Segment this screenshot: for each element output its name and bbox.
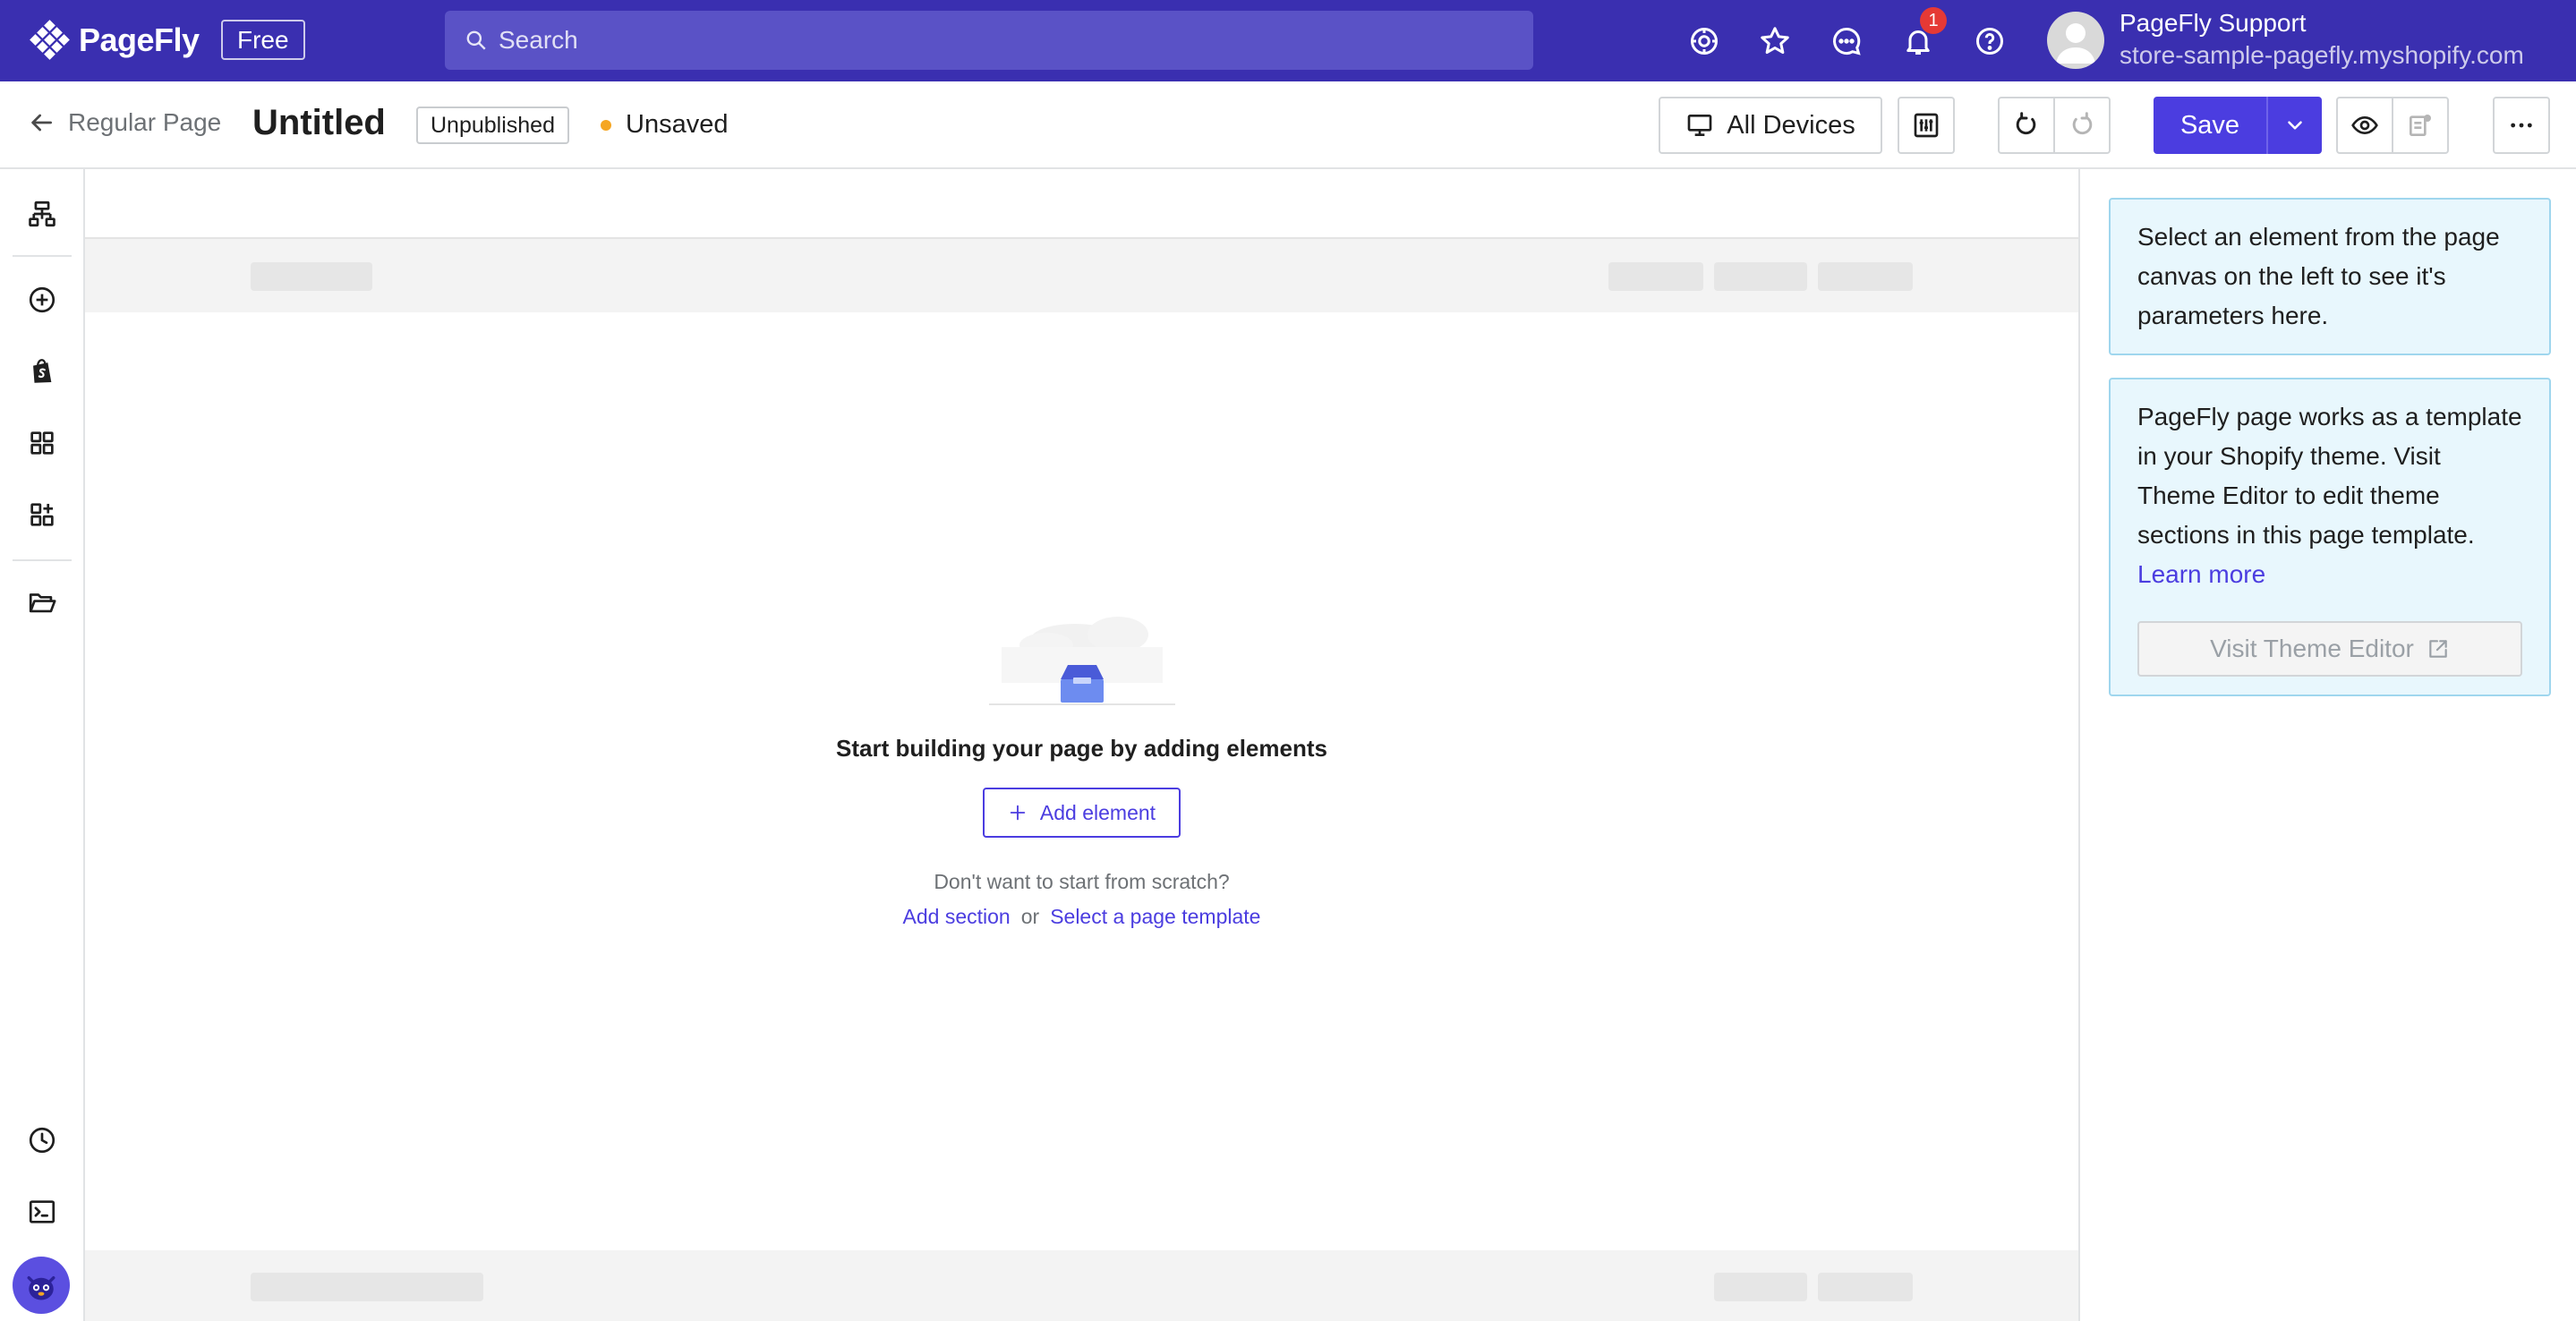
theme-info-card: PageFly page works as a template in your… [2109, 378, 2551, 696]
publish-button[interactable] [2392, 97, 2449, 154]
redo-button[interactable] [2053, 97, 2111, 154]
preview-button[interactable] [2336, 97, 2393, 154]
sidebar-divider [13, 255, 72, 257]
skeleton-footer-item [1818, 1273, 1913, 1301]
search-icon [466, 30, 486, 50]
sliders-icon [1914, 113, 1939, 138]
save-state: Unsaved [601, 110, 728, 140]
page-outline-icon[interactable] [24, 196, 60, 232]
undo-icon [2016, 112, 2036, 135]
alternative-links: Add section or Select a page template [85, 905, 2078, 929]
back-link-label: Regular Page [68, 108, 222, 136]
skeleton-footer-text [251, 1273, 483, 1301]
visit-theme-editor-button[interactable]: Visit Theme Editor [2137, 621, 2522, 677]
devices-label: All Devices [1727, 110, 1855, 140]
save-button-group: Save [2154, 97, 2322, 154]
save-button[interactable]: Save [2154, 97, 2266, 154]
empty-state-title: Start building your page by adding eleme… [836, 735, 1327, 762]
publish-icon [2410, 115, 2431, 136]
external-link-icon [2429, 640, 2447, 658]
save-state-label: Unsaved [626, 110, 729, 139]
sections-icon[interactable] [24, 425, 60, 461]
page-canvas[interactable]: Start building your page by adding eleme… [85, 169, 2078, 1321]
skeleton-logo [251, 262, 372, 291]
chevron-down-icon [2288, 121, 2302, 130]
assets-icon[interactable] [24, 584, 60, 620]
add-section-link[interactable]: Add section [903, 905, 1011, 928]
empty-state: Start building your page by adding eleme… [85, 599, 2078, 929]
undo-button[interactable] [1998, 97, 2055, 154]
chat-icon[interactable] [1829, 23, 1864, 59]
user-store: store-sample-pagefly.myshopify.com [2120, 41, 2524, 69]
skeleton-footer-item [1714, 1273, 1807, 1301]
skeleton-nav-item [1818, 262, 1913, 291]
select-template-link[interactable]: Select a page template [1050, 905, 1260, 928]
learn-more-link[interactable]: Learn more [2137, 560, 2265, 588]
skeleton-nav-item [1714, 262, 1807, 291]
plan-badge[interactable]: Free [221, 20, 305, 60]
support-icon[interactable] [1686, 23, 1722, 59]
status-badge: Unpublished [416, 107, 569, 144]
more-icon [2511, 123, 2532, 128]
or-label: or [1020, 905, 1040, 928]
sidebar-divider [13, 559, 72, 561]
editor-toolbar: Regular Page Untitled Unpublished Unsave… [0, 81, 2576, 169]
empty-tray-illustration [988, 617, 1175, 705]
select-element-hint: Select an element from the page canvas o… [2109, 198, 2551, 355]
back-link[interactable]: Regular Page [27, 108, 221, 137]
visit-theme-editor-label: Visit Theme Editor [2210, 635, 2414, 662]
arrow-left-icon [31, 114, 52, 132]
history-icon[interactable] [24, 1122, 60, 1158]
shopify-icon[interactable] [24, 354, 60, 389]
search-input[interactable]: Search [445, 11, 1533, 70]
theme-info-text: PageFly page works as a template in your… [2137, 403, 2522, 549]
more-button[interactable] [2493, 97, 2550, 154]
desktop-icon [1687, 115, 1712, 136]
footer-placeholder [85, 1250, 2078, 1321]
code-icon[interactable] [24, 1194, 60, 1230]
eye-icon [2351, 115, 2378, 135]
notification-badge: 1 [1920, 7, 1947, 34]
plus-icon [1010, 805, 1026, 821]
avatar[interactable] [2047, 12, 2104, 69]
star-icon[interactable] [1757, 23, 1793, 59]
user-name[interactable]: PageFly Support [2120, 9, 2307, 38]
add-element-label: Add element [1039, 800, 1156, 824]
page-title[interactable]: Untitled [252, 103, 386, 143]
help-icon[interactable] [1972, 23, 2008, 59]
header-placeholder [85, 237, 2078, 312]
search-placeholder: Search [499, 26, 578, 54]
inspector-panel: Select an element from the page canvas o… [2078, 169, 2576, 1321]
scratch-hint: Don't want to start from scratch? [934, 870, 1230, 893]
select-hint-text: Select an element from the page canvas o… [2137, 223, 2500, 329]
devices-button[interactable]: All Devices [1659, 97, 1882, 154]
bell-icon[interactable]: 1 [1900, 7, 1947, 59]
pagefly-logo-icon [30, 20, 70, 60]
redo-icon [2072, 112, 2093, 135]
mascot-avatar[interactable] [13, 1257, 70, 1314]
add-element-icon[interactable] [24, 282, 60, 318]
top-header: PageFly Free Search 1 PageFly Support st… [0, 0, 2576, 81]
unsaved-dot [601, 119, 611, 131]
apps-icon[interactable] [24, 497, 60, 533]
settings-button[interactable] [1898, 97, 1955, 154]
save-options-button[interactable] [2266, 97, 2322, 154]
brand-name: PageFly [79, 21, 200, 58]
add-element-button[interactable]: Add element [982, 788, 1181, 838]
left-sidebar [0, 169, 85, 1321]
skeleton-nav-item [1608, 262, 1703, 291]
brand[interactable]: PageFly [29, 20, 200, 61]
